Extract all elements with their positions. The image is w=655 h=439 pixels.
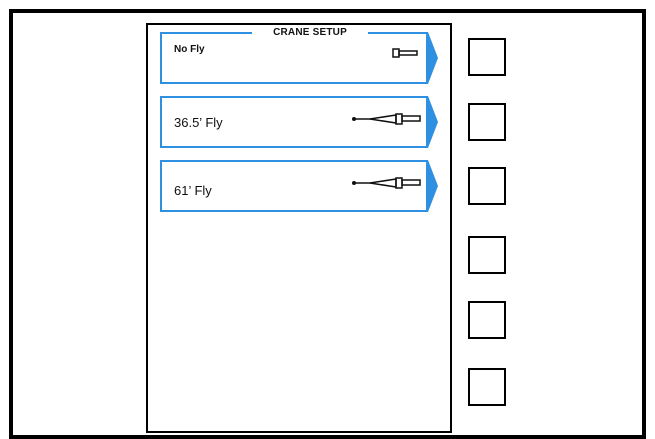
menu-item-36-5-fly[interactable]: 36.5’ Fly bbox=[160, 96, 438, 148]
menu-item-61-fly[interactable]: 61’ Fly bbox=[160, 160, 438, 212]
softkey-6[interactable] bbox=[468, 368, 506, 406]
softkey-3[interactable] bbox=[468, 167, 506, 205]
chevron-right-icon bbox=[426, 32, 438, 84]
softkey-4[interactable] bbox=[468, 236, 506, 274]
display-screen bbox=[146, 23, 452, 433]
menu-item-label: No Fly bbox=[174, 44, 205, 55]
chevron-right-icon bbox=[426, 96, 438, 148]
boom-with-fly-icon bbox=[352, 177, 421, 189]
menu-item-label: 36.5’ Fly bbox=[174, 115, 223, 130]
softkey-1[interactable] bbox=[468, 38, 506, 76]
softkey-2[interactable] bbox=[468, 103, 506, 141]
chevron-right-icon bbox=[426, 160, 438, 212]
boom-no-fly-icon bbox=[392, 48, 418, 58]
boom-with-fly-icon bbox=[352, 113, 421, 125]
softkey-5[interactable] bbox=[468, 301, 506, 339]
screen-title: CRANE SETUP bbox=[273, 27, 347, 38]
menu-item-label: 61’ Fly bbox=[174, 183, 212, 198]
